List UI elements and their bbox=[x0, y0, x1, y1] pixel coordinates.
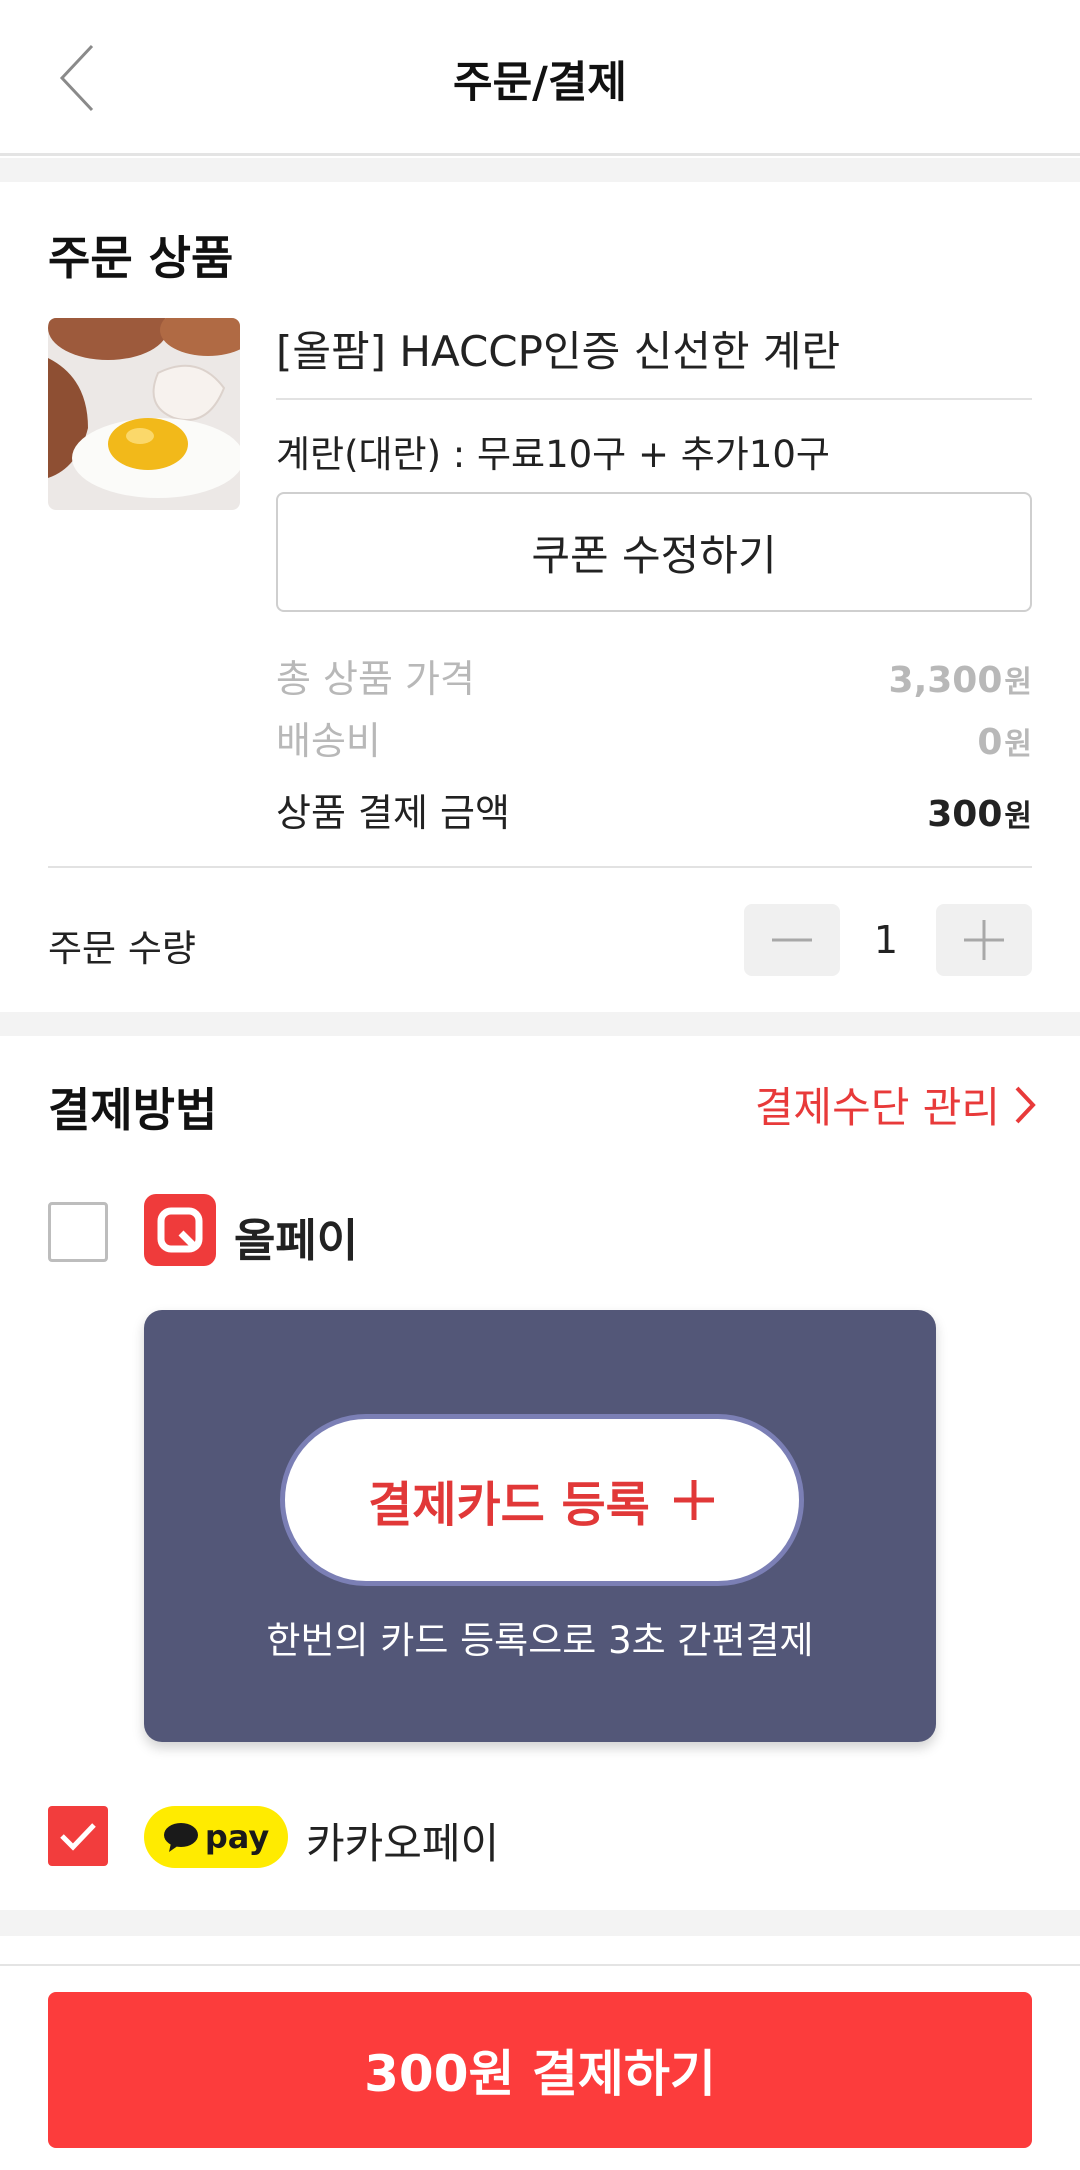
kakaopay-badge-text: pay bbox=[204, 1818, 270, 1856]
quantity-increase-button[interactable] bbox=[936, 904, 1032, 976]
price-row-shipping: 배송비 0원 bbox=[276, 710, 1032, 765]
coupon-edit-button[interactable]: 쿠폰 수정하기 bbox=[276, 492, 1032, 612]
quantity-decrease-button[interactable] bbox=[744, 904, 840, 976]
price-row-payment: 상품 결제 금액 300원 bbox=[276, 782, 1032, 837]
card-register-panel: 결제카드 등록 한번의 카드 등록으로 3초 간편결제 bbox=[144, 1310, 936, 1742]
order-section-title: 주문 상품 bbox=[48, 231, 234, 285]
divider bbox=[48, 866, 1032, 868]
allpay-label[interactable]: 올페이 bbox=[234, 1204, 358, 1269]
quantity-label: 주문 수량 bbox=[48, 927, 196, 970]
kakaopay-label[interactable]: 카카오페이 bbox=[306, 1810, 499, 1871]
price-label: 총 상품 가격 bbox=[276, 657, 475, 701]
plus-icon bbox=[673, 1480, 714, 1520]
quantity-value: 1 bbox=[873, 918, 899, 962]
price-value: 300원 bbox=[927, 794, 1032, 835]
header: 주문/결제 bbox=[0, 0, 1080, 156]
kakaopay-logo: pay bbox=[144, 1806, 288, 1868]
section-gap bbox=[0, 1012, 1080, 1036]
price-value: 3,300원 bbox=[888, 660, 1032, 701]
price-value: 0원 bbox=[977, 722, 1032, 763]
product-image[interactable] bbox=[48, 318, 240, 510]
register-card-label: 결제카드 등록 bbox=[368, 1477, 650, 1533]
register-card-caption: 한번의 카드 등록으로 3초 간편결제 bbox=[266, 1619, 814, 1662]
checkmark-icon bbox=[60, 1823, 96, 1851]
product-name[interactable]: [올팜] HACCP인증 신선한 계란 bbox=[276, 318, 840, 379]
price-label: 배송비 bbox=[276, 719, 381, 763]
payment-section-title: 결제방법 bbox=[48, 1083, 218, 1137]
egg-image bbox=[48, 318, 240, 510]
pay-button[interactable]: 300원 결제하기 bbox=[48, 1992, 1032, 2148]
kakaopay-checkbox[interactable] bbox=[48, 1806, 108, 1866]
price-label: 상품 결제 금액 bbox=[276, 791, 510, 835]
page-title: 주문/결제 bbox=[453, 58, 627, 108]
minus-icon bbox=[772, 938, 812, 942]
speech-bubble-icon bbox=[163, 1823, 198, 1852]
manage-payment-link[interactable]: 결제수단 관리 bbox=[755, 1074, 1036, 1135]
product-option: 계란(대란) : 무료10구 + 추가10구 bbox=[276, 433, 830, 476]
section-gap bbox=[0, 158, 1080, 182]
manage-payment-label: 결제수단 관리 bbox=[754, 1083, 1000, 1132]
allpay-logo-icon bbox=[144, 1194, 216, 1266]
chevron-right-icon bbox=[1015, 1086, 1036, 1123]
price-row-total: 총 상품 가격 3,300원 bbox=[276, 648, 1032, 703]
register-card-button[interactable]: 결제카드 등록 bbox=[280, 1414, 804, 1586]
allpay-checkbox[interactable] bbox=[48, 1202, 108, 1262]
plus-icon bbox=[964, 920, 1004, 960]
section-gap bbox=[0, 1910, 1080, 1936]
divider bbox=[276, 398, 1032, 400]
bottom-bar: 300원 결제하기 bbox=[0, 1964, 1080, 2170]
